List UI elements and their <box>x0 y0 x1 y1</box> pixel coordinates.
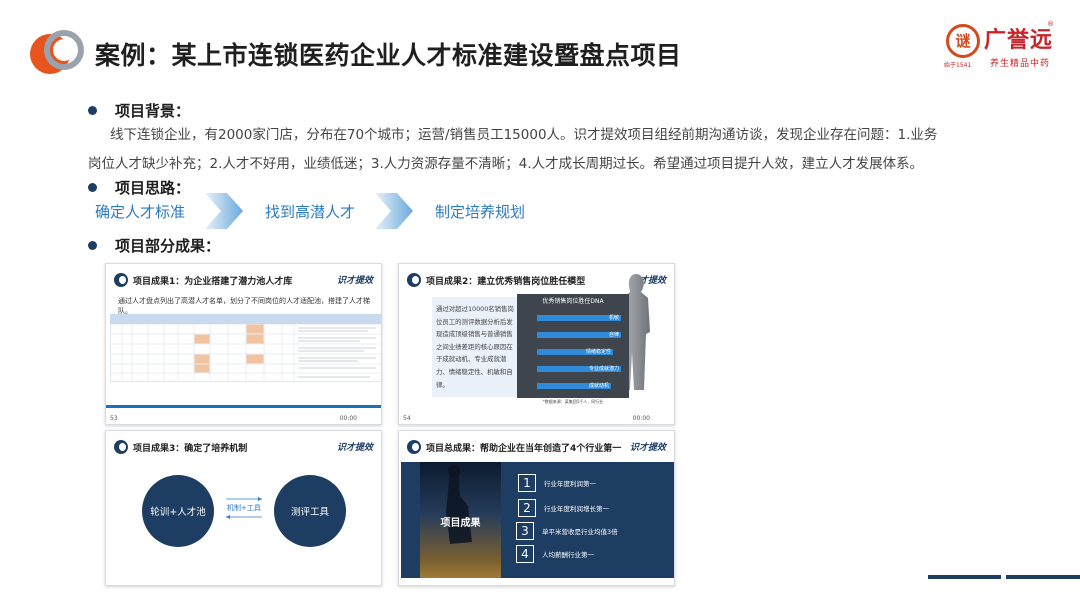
slide-brand: 识才提效 <box>336 276 373 286</box>
circle-label: 轮训+人才池 <box>150 507 206 518</box>
slide-title: 项目成果3：确定了培养机制 <box>133 443 248 454</box>
result-slide-3: 项目成果3：确定了培养机制 识才提效 轮训+人才池 机制+工具 测评工具 <box>105 430 382 586</box>
slide-time: 00:00 <box>339 415 357 422</box>
achievement-photo: 项目成果 <box>420 462 501 578</box>
mechanism-circle-left: 轮训+人才池 <box>142 475 214 547</box>
result-slide-1: 项目成果1：为企业搭建了潜力池人才库 识才提效 通过人才盘点列出了高潜人才名单，… <box>105 263 382 425</box>
rank-item: 3 单平米营收是行业均值3倍 <box>516 522 618 540</box>
brand-slogan: 养生精品中药 <box>990 59 1051 69</box>
flow-step-1: 确定人才标准 <box>95 202 186 221</box>
result-slide-2: 项目成果2：建立优秀销售岗位胜任模型 识才提效 通过对超过10000名销售岗位员… <box>398 263 675 425</box>
chevron-right-icon <box>205 193 244 229</box>
slide-heading: 项目成果1：为企业搭建了潜力池人才库 <box>114 273 292 287</box>
slide-brand: 识才提效 <box>629 443 666 453</box>
rank-number: 4 <box>516 545 534 563</box>
chevron-right-icon <box>375 193 414 229</box>
rank-text: 行业年度利润第一 <box>544 480 596 488</box>
slide-title: 项目总成果：帮助企业在当年创造了4个行业第一 <box>426 443 622 454</box>
chart-bar-label: 专业成就潜力 <box>588 366 619 372</box>
chart-bar-label: 成就动机 <box>588 383 609 389</box>
slide-title: 项目成果1：为企业搭建了潜力池人才库 <box>133 276 293 287</box>
result-slide-4: 项目总成果：帮助企业在当年创造了4个行业第一 识才提效 项目成果 1 行业年度利… <box>398 430 675 586</box>
slide-logo-icon <box>114 440 128 454</box>
mechanism-label: 机制+工具 <box>227 504 261 512</box>
slide-description: 通过对超过10000名销售岗位员工的测评数据分析后发现造成顶级销售与普通销售之间… <box>432 297 520 397</box>
rank-number: 1 <box>518 474 536 492</box>
section-background-heading: 项目背景： <box>88 100 190 121</box>
mechanism-circle-right: 测评工具 <box>274 475 346 547</box>
rank-item: 4 人均薪酬行业第一 <box>516 545 594 563</box>
slide-subtitle: 通过人才盘点列出了高潜人才名单，划分了不同岗位的人才适配池，搭建了人才梯队。 <box>118 297 370 315</box>
rank-number: 3 <box>516 522 534 540</box>
chart-note: *数据来源：某集团5千人、同行业 <box>542 399 604 404</box>
slide-page-number: 53 <box>110 415 118 422</box>
chart-bar-label: 情绪稳定性 <box>585 349 611 355</box>
slide-logo-icon <box>407 440 421 454</box>
brand-since: 始于1541 <box>944 62 972 69</box>
approach-flow: 确定人才标准 找到高潜人才 制定培养规划 <box>95 193 525 229</box>
brand-name: 广誉远 <box>984 27 1054 53</box>
bullet-icon <box>88 183 97 192</box>
section-title: 项目部分成果： <box>115 237 221 255</box>
photo-label: 项目成果 <box>440 518 481 529</box>
rank-text: 单平米营收是行业均值3倍 <box>542 528 618 536</box>
brand-logo: 谜 广誉远 ® 始于1541 养生精品中药 <box>944 20 1054 72</box>
brand-registered-mark: ® <box>1047 20 1054 28</box>
rank-text: 行业年度利润增长第一 <box>544 505 609 513</box>
rank-item: 2 行业年度利润增长第一 <box>518 499 609 517</box>
chart-bar-label: 自律 <box>608 332 619 338</box>
section-results-heading: 项目部分成果： <box>88 235 220 256</box>
rank-item: 1 行业年度利润第一 <box>518 474 596 492</box>
slide-heading: 项目总成果：帮助企业在当年创造了4个行业第一 <box>407 440 621 454</box>
talent-pool-table <box>110 314 381 382</box>
slide-time: 00:00 <box>632 415 650 422</box>
footer-decoration <box>928 575 1080 579</box>
slide-heading: 项目成果3：确定了培养机制 <box>114 440 247 454</box>
rank-text: 人均薪酬行业第一 <box>542 551 594 559</box>
rank-number: 2 <box>518 499 536 517</box>
bullet-icon <box>88 106 97 115</box>
page-title: 案例：某上市连锁医药企业人才标准建设暨盘点项目 <box>95 41 682 70</box>
slide-logo-icon <box>114 273 128 287</box>
bullet-icon <box>88 241 97 250</box>
slide-accent-bar <box>106 405 381 408</box>
competency-chart: 优秀销售岗位胜任DNA 机敏 自律 情绪稳定性 专业成就潜力 成就动机 *数据来… <box>517 294 629 404</box>
slide-page-number: 54 <box>403 415 411 422</box>
slide-title: 项目成果2：建立优秀销售岗位胜任模型 <box>426 276 586 287</box>
background-paragraph: 线下连锁企业，有2000家门店，分布在70个城市；运营/销售员工15000人。识… <box>88 127 938 172</box>
chart-bar-label: 机敏 <box>608 315 619 321</box>
circle-label: 测评工具 <box>290 507 329 518</box>
slide-brand: 识才提效 <box>336 443 373 453</box>
results-panel: 项目成果 1 行业年度利润第一 2 行业年度利润增长第一 3 单平米营收是行业均… <box>401 462 674 578</box>
flow-step-3: 制定培养规划 <box>435 202 526 221</box>
brand-seal-icon: 谜 <box>946 24 980 58</box>
section-title: 项目背景： <box>115 102 191 120</box>
chart-title: 优秀销售岗位胜任DNA <box>542 298 604 305</box>
flow-step-2: 找到高潜人才 <box>265 202 356 221</box>
header-logo-icon <box>30 30 84 74</box>
slide-heading: 项目成果2：建立优秀销售岗位胜任模型 <box>407 273 585 287</box>
slide-logo-icon <box>407 273 421 287</box>
